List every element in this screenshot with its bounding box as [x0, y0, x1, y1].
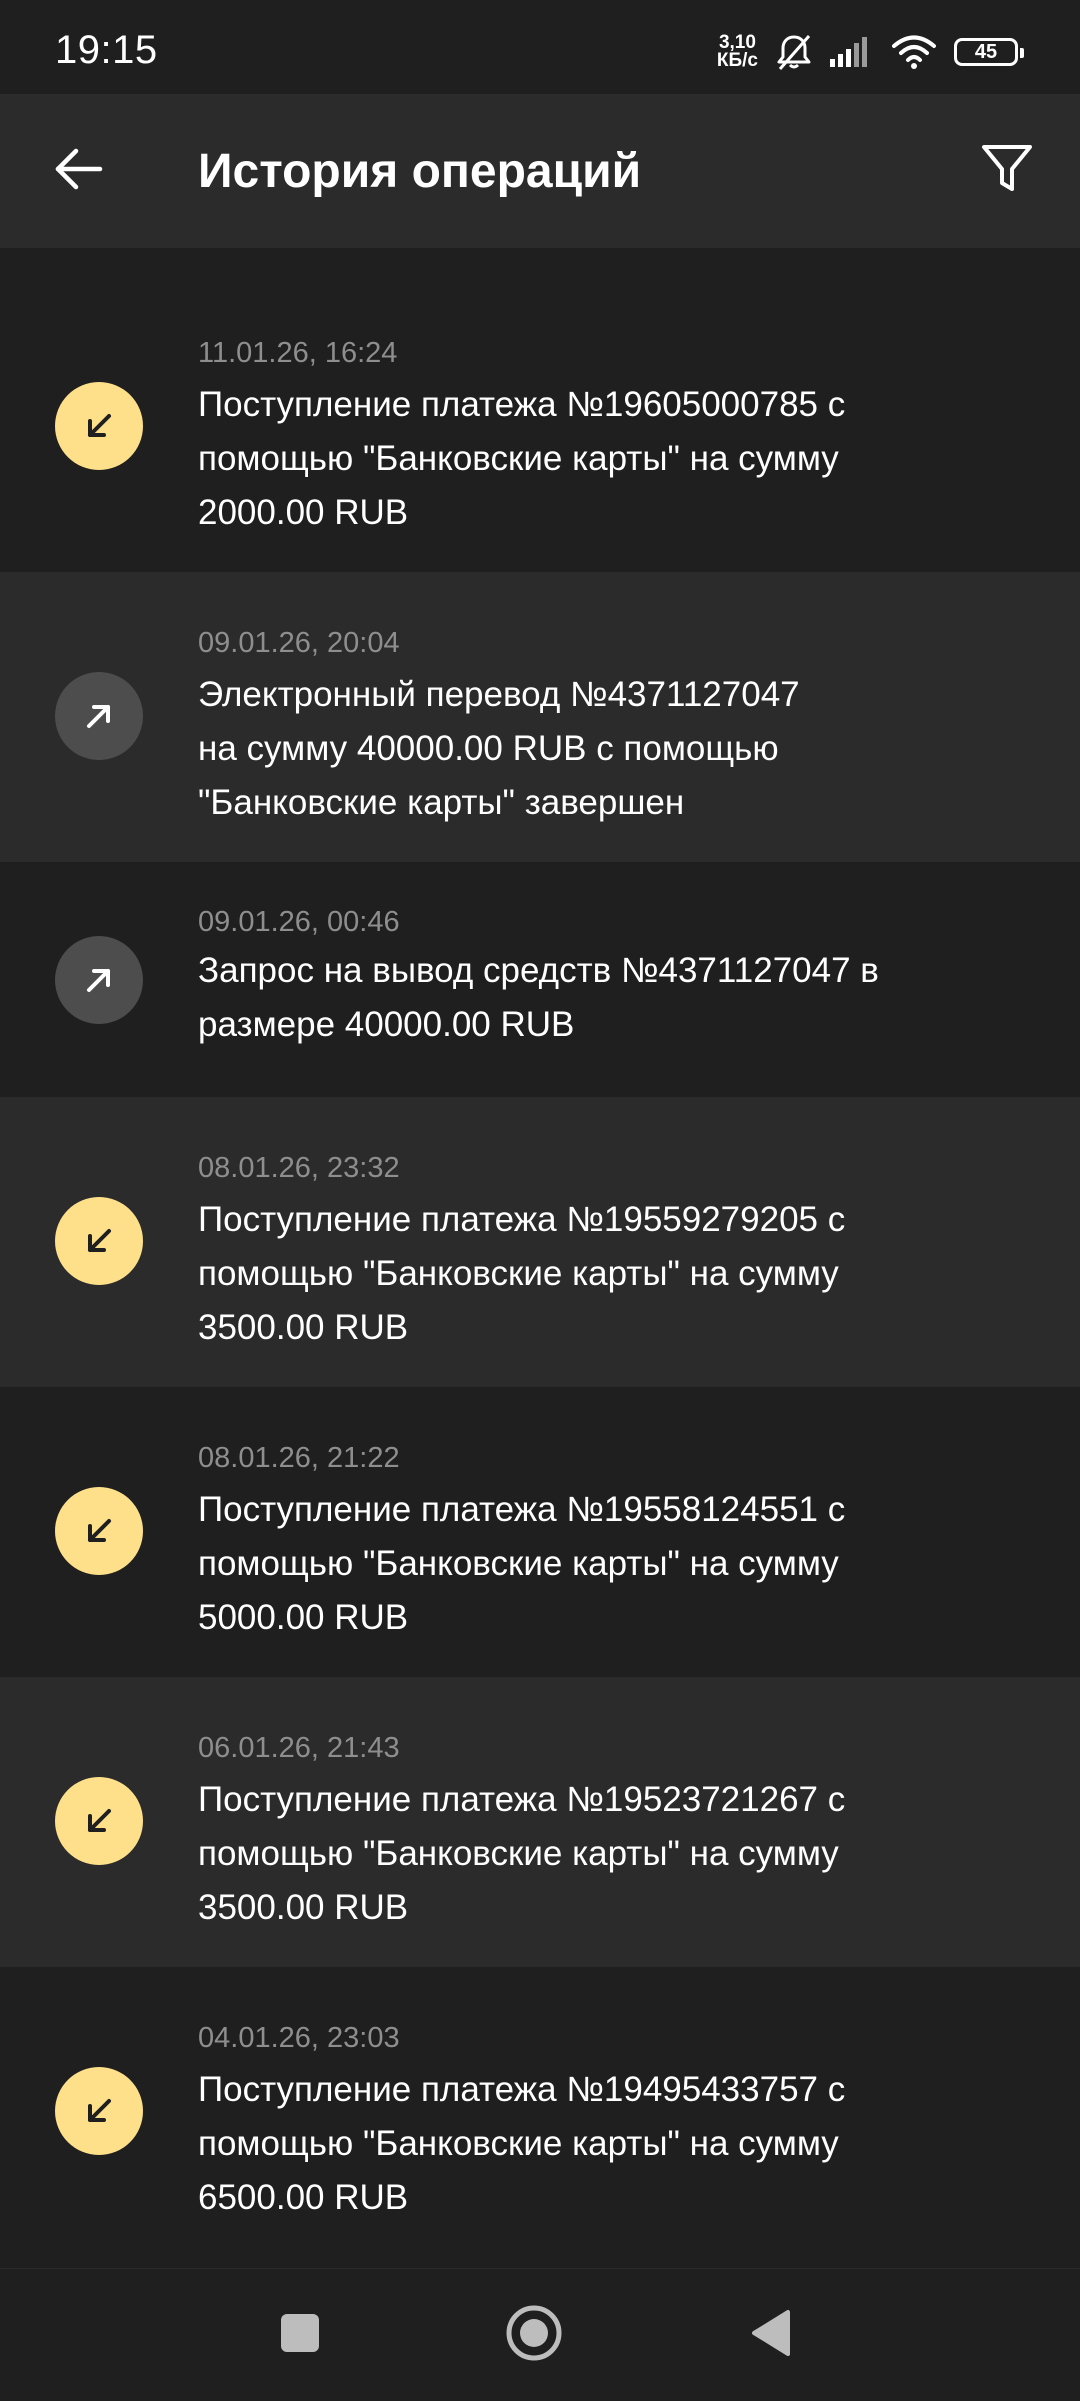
operation-description: Запрос на вывод средств №4371127047 в ра… [198, 951, 879, 1044]
nav-back-button[interactable] [732, 2297, 808, 2373]
operation-description: Поступление платежа №19495433757 с помощ… [198, 2070, 846, 2217]
status-bar: 19:15 3,10 КБ/с 45 [0, 0, 1080, 94]
battery-icon: 45 [954, 38, 1024, 66]
operation-description: Поступление платежа №19523721267 с помощ… [198, 1780, 846, 1927]
operation-item[interactable]: 09.01.26, 20:04 Электронный перевод №437… [0, 572, 1080, 862]
system-nav-bar [0, 2268, 1080, 2401]
home-button[interactable] [496, 2297, 572, 2373]
arrow-up-right-icon [55, 936, 143, 1024]
operation-date: 08.01.26, 23:32 [198, 1152, 400, 1184]
operation-date: 04.01.26, 23:03 [198, 2022, 400, 2054]
filter-button[interactable] [972, 136, 1042, 206]
operation-item[interactable]: 08.01.26, 21:22 Поступление платежа №195… [0, 1387, 1080, 1677]
arrow-down-left-icon [55, 382, 143, 470]
operation-item[interactable]: 06.01.26, 21:43 Поступление платежа №195… [0, 1677, 1080, 1967]
operations-list: 11.01.26, 16:24 Поступление платежа №196… [0, 282, 1080, 2257]
operation-item[interactable]: 11.01.26, 16:24 Поступление платежа №196… [0, 282, 1080, 572]
network-speed-unit: КБ/с [716, 50, 758, 71]
arrow-up-right-icon [55, 672, 143, 760]
operation-date: 09.01.26, 00:46 [198, 906, 400, 938]
arrow-down-left-icon [55, 1197, 143, 1285]
square-recents-icon [279, 2312, 321, 2359]
filter-icon [981, 144, 1033, 199]
battery-level: 45 [974, 40, 998, 63]
operation-description: Поступление платежа №19605000785 с помощ… [198, 385, 846, 532]
app-bar: История операций [0, 94, 1080, 248]
wifi-icon [892, 35, 936, 69]
operation-item[interactable]: 04.01.26, 23:03 Поступление платежа №194… [0, 1967, 1080, 2257]
arrow-left-icon [54, 147, 104, 196]
circle-home-icon [505, 2304, 563, 2367]
page-title: История операций [198, 145, 642, 198]
arrow-down-left-icon [55, 1777, 143, 1865]
triangle-back-icon [748, 2308, 792, 2363]
operation-date: 11.01.26, 16:24 [198, 337, 398, 369]
arrow-down-left-icon [55, 2067, 143, 2155]
operation-description: Поступление платежа №19558124551 с помощ… [198, 1490, 846, 1637]
status-icons: 3,10 КБ/с 45 [716, 30, 1024, 74]
network-speed: 3,10 КБ/с [716, 33, 758, 71]
operation-description: Электронный перевод №4371127047 на сумму… [198, 675, 800, 822]
back-button[interactable] [44, 136, 114, 206]
operation-date: 08.01.26, 21:22 [198, 1442, 400, 1474]
mute-bell-icon [776, 33, 812, 71]
status-time: 19:15 [55, 28, 158, 72]
operation-item[interactable]: 08.01.26, 23:32 Поступление платежа №195… [0, 1097, 1080, 1387]
operation-description: Поступление платежа №19559279205 с помощ… [198, 1200, 846, 1347]
recents-button[interactable] [262, 2297, 338, 2373]
operation-item[interactable]: 09.01.26, 00:46 Запрос на вывод средств … [0, 862, 1080, 1097]
arrow-down-left-icon [55, 1487, 143, 1575]
operation-date: 09.01.26, 20:04 [198, 627, 400, 659]
operation-date: 06.01.26, 21:43 [198, 1732, 400, 1764]
signal-icon [830, 37, 874, 67]
